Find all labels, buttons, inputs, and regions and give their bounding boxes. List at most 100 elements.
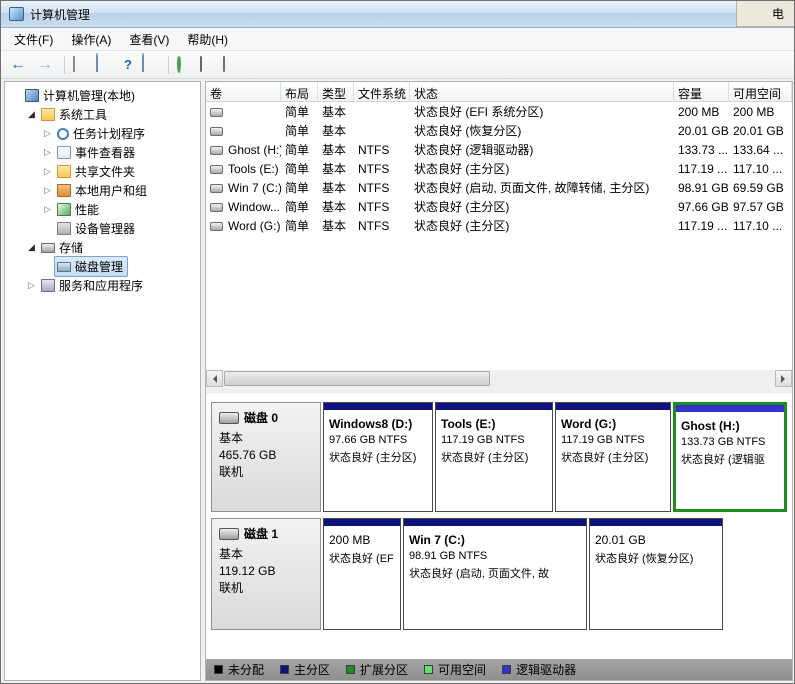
- sidebar-item-label: 任务计划程序: [73, 125, 145, 142]
- sidebar-item-storage[interactable]: ◢ 存储: [5, 238, 200, 257]
- sidebar-item-system-tools[interactable]: ◢ 系统工具: [5, 105, 200, 124]
- column-capacity[interactable]: 容量: [674, 82, 729, 101]
- partition-status: 状态良好 (启动, 页面文件, 故: [404, 562, 586, 581]
- partition-title: Windows8 (D:): [324, 410, 432, 431]
- column-layout[interactable]: 布局: [281, 82, 318, 101]
- menu-file[interactable]: 文件(F): [5, 28, 62, 51]
- column-filesystem[interactable]: 文件系统: [354, 82, 410, 101]
- pane-splitter[interactable]: [206, 387, 792, 394]
- legend-label: 可用空间: [438, 661, 486, 678]
- disk-1-row: 磁盘 1 基本 119.12 GB 联机 200 MB 状态良好 (EF Win…: [211, 518, 787, 630]
- extended-swatch-icon: [346, 665, 355, 674]
- column-status[interactable]: 状态: [410, 82, 674, 101]
- scroll-right-button[interactable]: [775, 370, 792, 387]
- menu-help[interactable]: 帮助(H): [178, 28, 237, 51]
- sidebar-item-disk-management[interactable]: 磁盘管理: [5, 257, 200, 276]
- chevron-collapsed-icon[interactable]: ▷: [25, 280, 38, 291]
- rescan-disks-icon[interactable]: [200, 57, 218, 73]
- back-arrow-icon[interactable]: ←: [7, 54, 29, 76]
- volume-capacity: 98.91 GB: [674, 181, 729, 195]
- volume-icon: [210, 165, 223, 174]
- chevron-collapsed-icon[interactable]: ▷: [41, 128, 54, 139]
- table-row[interactable]: 简单 基本 状态良好 (恢复分区) 20.01 GB 20.01 GB: [206, 121, 792, 140]
- partition-efi-system[interactable]: 200 MB 状态良好 (EF: [323, 518, 401, 630]
- background-window-text: 电: [772, 5, 784, 22]
- volume-table: 简单 基本 状态良好 (EFI 系统分区) 200 MB 200 MB 简单 基…: [206, 102, 792, 235]
- volume-capacity: 200 MB: [674, 105, 729, 119]
- sidebar-item-computer-management[interactable]: 计算机管理(本地): [5, 86, 200, 105]
- sidebar-item-device-manager[interactable]: 设备管理器: [5, 219, 200, 238]
- app-icon: [9, 7, 24, 21]
- sidebar-item-performance[interactable]: ▷ 性能: [5, 200, 200, 219]
- sidebar-item-label: 性能: [75, 201, 99, 218]
- chevron-expanded-icon[interactable]: ◢: [25, 109, 38, 120]
- settings-icon[interactable]: [223, 57, 241, 73]
- volume-icon: [210, 146, 223, 155]
- volume-status: 状态良好 (启动, 页面文件, 故障转储, 主分区): [410, 179, 674, 196]
- partition-recovery[interactable]: 20.01 GB 状态良好 (恢复分区): [589, 518, 723, 630]
- partition-ghost-h-selected[interactable]: Ghost (H:) 133.73 GB NTFS 状态良好 (逻辑驱: [673, 402, 787, 512]
- table-row[interactable]: Tools (E:) 简单 基本 NTFS 状态良好 (主分区) 117.19 …: [206, 159, 792, 178]
- show-console-tree-icon[interactable]: [96, 57, 114, 73]
- export-list-icon[interactable]: [73, 57, 91, 73]
- sidebar-item-services-applications[interactable]: ▷ 服务和应用程序: [5, 276, 200, 295]
- forward-arrow-icon[interactable]: →: [34, 54, 56, 76]
- chevron-collapsed-icon[interactable]: ▷: [41, 147, 54, 158]
- scrollbar-thumb[interactable]: [224, 371, 490, 386]
- system-tools-icon: [41, 108, 55, 121]
- sidebar-item-event-viewer[interactable]: ▷ 事件查看器: [5, 143, 200, 162]
- table-row[interactable]: 简单 基本 状态良好 (EFI 系统分区) 200 MB 200 MB: [206, 102, 792, 121]
- volume-capacity: 117.19 ...: [674, 162, 729, 176]
- sidebar-item-shared-folders[interactable]: ▷ 共享文件夹: [5, 162, 200, 181]
- volume-free: 133.64 ...: [729, 143, 792, 157]
- sidebar-item-task-scheduler[interactable]: ▷ 任务计划程序: [5, 124, 200, 143]
- toolbar-separator: [168, 56, 169, 74]
- table-row[interactable]: Window... 简单 基本 NTFS 状态良好 (主分区) 97.66 GB…: [206, 197, 792, 216]
- menu-view[interactable]: 查看(V): [120, 28, 178, 51]
- legend-logical-drive: 逻辑驱动器: [502, 661, 576, 678]
- chevron-collapsed-icon[interactable]: ▷: [41, 185, 54, 196]
- table-row[interactable]: Word (G:) 简单 基本 NTFS 状态良好 (主分区) 117.19 .…: [206, 216, 792, 235]
- volume-type: 基本: [318, 198, 354, 215]
- disk-1-info[interactable]: 磁盘 1 基本 119.12 GB 联机: [211, 518, 321, 630]
- volume-layout: 简单: [281, 141, 318, 158]
- column-free-space[interactable]: 可用空间: [729, 82, 792, 101]
- column-volume[interactable]: 卷: [206, 82, 281, 101]
- window-icon: [142, 53, 144, 72]
- partition-title: Ghost (H:): [676, 412, 784, 433]
- partition-windows8-d[interactable]: Windows8 (D:) 97.66 GB NTFS 状态良好 (主分区): [323, 402, 433, 512]
- volume-icon: [210, 127, 223, 136]
- partition-title: Word (G:): [556, 410, 670, 431]
- help-icon[interactable]: ?: [119, 57, 137, 73]
- chevron-collapsed-icon[interactable]: ▷: [41, 166, 54, 177]
- volume-status: 状态良好 (主分区): [410, 217, 674, 234]
- volume-type: 基本: [318, 122, 354, 139]
- primary-partition-bar: [404, 519, 586, 526]
- partition-tools-e[interactable]: Tools (E:) 117.19 GB NTFS 状态良好 (主分区): [435, 402, 553, 512]
- menu-bar: 文件(F) 操作(A) 查看(V) 帮助(H): [1, 28, 794, 51]
- column-type[interactable]: 类型: [318, 82, 354, 101]
- scroll-left-button[interactable]: [206, 370, 223, 387]
- properties-icon[interactable]: [142, 57, 160, 73]
- performance-icon: [57, 203, 71, 216]
- gear-icon: [223, 56, 225, 72]
- partition-win7-c[interactable]: Win 7 (C:) 98.91 GB NTFS 状态良好 (启动, 页面文件,…: [403, 518, 587, 630]
- chevron-expanded-icon[interactable]: ◢: [25, 242, 38, 253]
- partition-status: 状态良好 (恢复分区): [590, 547, 722, 566]
- partition-word-g[interactable]: Word (G:) 117.19 GB NTFS 状态良好 (主分区): [555, 402, 671, 512]
- sidebar-item-local-users-groups[interactable]: ▷ 本地用户和组: [5, 181, 200, 200]
- disk-0-info[interactable]: 磁盘 0 基本 465.76 GB 联机: [211, 402, 321, 512]
- unallocated-swatch-icon: [214, 665, 223, 674]
- menu-action[interactable]: 操作(A): [62, 28, 120, 51]
- horizontal-scrollbar[interactable]: [206, 370, 792, 387]
- refresh-icon[interactable]: [177, 57, 195, 73]
- volume-icon: [210, 184, 223, 193]
- background-window-fragment[interactable]: 电: [736, 1, 794, 27]
- title-bar[interactable]: 计算机管理 电: [1, 1, 794, 28]
- chevron-collapsed-icon[interactable]: ▷: [41, 204, 54, 215]
- table-row[interactable]: Ghost (H:) 简单 基本 NTFS 状态良好 (逻辑驱动器) 133.7…: [206, 140, 792, 159]
- legend-label: 扩展分区: [360, 661, 408, 678]
- sidebar-item-label: 本地用户和组: [75, 182, 147, 199]
- table-row[interactable]: Win 7 (C:) 简单 基本 NTFS 状态良好 (启动, 页面文件, 故障…: [206, 178, 792, 197]
- computer-icon: [25, 89, 39, 102]
